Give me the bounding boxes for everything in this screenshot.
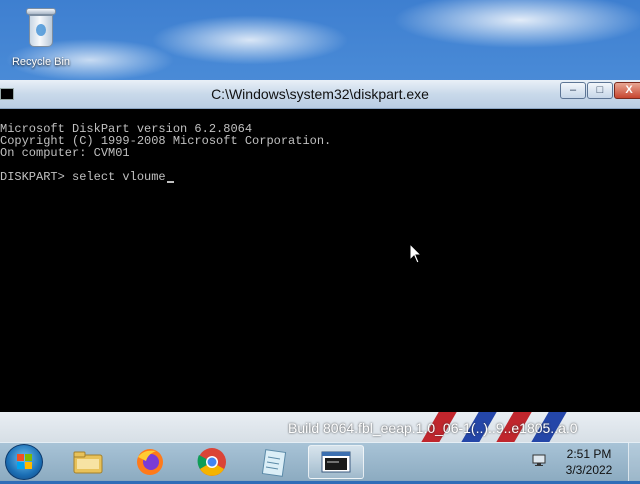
- console-output[interactable]: Microsoft DiskPart version 6.2.8064 Copy…: [0, 109, 640, 412]
- recycle-bin-shortcut[interactable]: Recycle Bin: [6, 4, 76, 74]
- network-tray-icon[interactable]: [532, 453, 546, 467]
- build-watermark: Build 8064.fbl_eeap.1.0_06-1(..)..9..e18…: [288, 420, 578, 436]
- close-button[interactable]: X: [614, 82, 640, 99]
- windows-logo-icon: [17, 454, 33, 470]
- notepad-icon: [261, 449, 287, 477]
- window-titlebar[interactable]: C:\Windows\system32\diskpart.exe – □ X: [0, 80, 640, 109]
- clock-date: 3/3/2022: [565, 463, 613, 477]
- taskbar-chrome[interactable]: [184, 445, 240, 479]
- recycle-bin-label: Recycle Bin: [11, 56, 71, 68]
- diskpart-window[interactable]: C:\Windows\system32\diskpart.exe – □ X M…: [0, 80, 640, 412]
- console-icon: [321, 451, 351, 473]
- taskbar: 2:51 PM 3/3/2022: [0, 442, 640, 481]
- text-cursor: [166, 181, 174, 183]
- show-desktop-button[interactable]: [628, 443, 640, 481]
- taskbar-diskpart-console[interactable]: [308, 445, 364, 479]
- firefox-icon: [137, 449, 163, 475]
- recycle-bin-icon: [26, 8, 56, 48]
- start-button[interactable]: [5, 444, 43, 480]
- taskbar-file-explorer[interactable]: [60, 445, 116, 479]
- chrome-icon: [197, 448, 226, 476]
- console-line: On computer: CVM01: [0, 146, 130, 160]
- taskbar-firefox[interactable]: [122, 445, 178, 479]
- taskbar-notepad[interactable]: [246, 445, 302, 479]
- system-clock[interactable]: 2:51 PM 3/3/2022: [558, 446, 620, 478]
- folder-icon: [73, 451, 103, 474]
- console-command-line[interactable]: DISKPART> select vloume: [0, 171, 174, 183]
- maximize-button[interactable]: □: [587, 82, 613, 99]
- window-title: C:\Windows\system32\diskpart.exe: [211, 86, 429, 102]
- console-command-text: DISKPART> select vloume: [0, 170, 166, 184]
- mouse-pointer-icon: [409, 243, 423, 264]
- minimize-button[interactable]: –: [560, 82, 586, 99]
- clock-time: 2:51 PM: [566, 447, 612, 461]
